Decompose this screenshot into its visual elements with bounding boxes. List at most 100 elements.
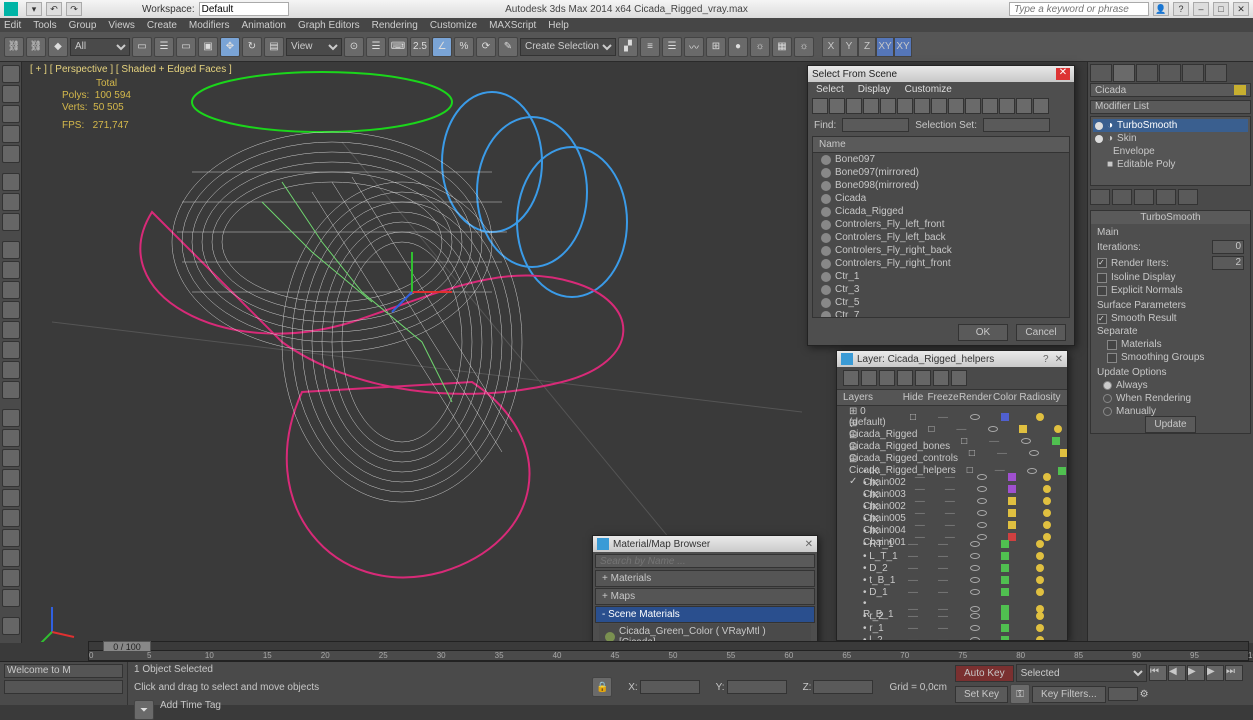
tab-utilities-icon[interactable] xyxy=(1205,64,1227,82)
spinner-snap-icon[interactable]: ⟳ xyxy=(476,37,496,57)
lb-icon[interactable] xyxy=(2,409,20,427)
remove-mod-icon[interactable] xyxy=(1156,189,1176,205)
lb-icon[interactable] xyxy=(2,173,20,191)
tab-motion-icon[interactable] xyxy=(1159,64,1181,82)
help-icon[interactable]: ? xyxy=(1043,354,1049,365)
signin-icon[interactable]: 👤 xyxy=(1153,2,1169,16)
angle-snap-icon[interactable]: ∠ xyxy=(432,37,452,57)
select-name-icon[interactable]: ☰ xyxy=(154,37,174,57)
menu-edit[interactable]: Edit xyxy=(4,20,21,31)
add-sel-icon[interactable] xyxy=(879,370,895,386)
column-header[interactable]: Name xyxy=(813,137,1069,153)
selection-filter[interactable]: All xyxy=(70,38,130,56)
pin-stack-icon[interactable] xyxy=(1090,189,1110,205)
keyboard-icon[interactable]: ⌨ xyxy=(388,37,408,57)
coord-y-input[interactable] xyxy=(727,680,787,694)
scene-list-item[interactable]: Controlers_Fly_right_front xyxy=(813,257,1069,270)
update-button[interactable]: Update xyxy=(1145,416,1195,433)
tab-create-icon[interactable] xyxy=(1090,64,1112,82)
manip-icon[interactable]: ☰ xyxy=(366,37,386,57)
filter-icon[interactable] xyxy=(812,98,828,114)
filter-icon[interactable] xyxy=(965,98,981,114)
close-button[interactable]: ✕ xyxy=(1233,2,1249,16)
iterations-spinner[interactable]: 0 xyxy=(1212,240,1244,254)
scene-list-item[interactable]: Controlers_Fly_left_back xyxy=(813,231,1069,244)
find-input[interactable] xyxy=(842,118,909,132)
menu-animation[interactable]: Animation xyxy=(241,20,285,31)
menu-create[interactable]: Create xyxy=(147,20,177,31)
color-swatch[interactable] xyxy=(1234,85,1246,95)
keyfilters-button[interactable]: Key Filters... xyxy=(1032,686,1106,703)
goto-end-icon[interactable]: ⏭ xyxy=(1225,665,1243,681)
lb-icon[interactable] xyxy=(2,549,20,567)
smooth-check[interactable] xyxy=(1097,314,1107,324)
maximize-button[interactable]: □ xyxy=(1213,2,1229,16)
minimize-button[interactable]: – xyxy=(1193,2,1209,16)
filter-icon[interactable] xyxy=(982,98,998,114)
unlink-icon[interactable]: ⛓ xyxy=(26,37,46,57)
lb-icon[interactable] xyxy=(2,617,20,635)
rfw-icon[interactable]: ▦ xyxy=(772,37,792,57)
timeconfig-icon[interactable]: ⚙ xyxy=(1140,689,1149,700)
lb-icon[interactable] xyxy=(2,241,20,259)
lb-icon[interactable] xyxy=(2,489,20,507)
dialog-titlebar[interactable]: Material/Map Browser ✕ xyxy=(593,536,817,552)
layer-row[interactable]: • D_2—— xyxy=(837,562,1067,574)
layer-row[interactable]: • L_T_1—— xyxy=(837,550,1067,562)
layer-row[interactable]: • r_2—— xyxy=(837,610,1067,622)
axis-z[interactable]: Z xyxy=(858,37,876,57)
menu-tools[interactable]: Tools xyxy=(33,20,56,31)
lb-icon[interactable] xyxy=(2,321,20,339)
maxscript-mini[interactable]: Welcome to M xyxy=(4,664,123,678)
close-icon[interactable]: ✕ xyxy=(1055,354,1063,365)
selection-set-input[interactable] xyxy=(983,118,1050,132)
select-icon[interactable]: ▭ xyxy=(132,37,152,57)
lb-icon[interactable] xyxy=(2,469,20,487)
filter-icon[interactable] xyxy=(880,98,896,114)
filter-icon[interactable] xyxy=(846,98,862,114)
dlg-menu-display[interactable]: Display xyxy=(858,84,891,95)
lb-icon[interactable] xyxy=(2,509,20,527)
menu-group[interactable]: Group xyxy=(69,20,97,31)
scene-list-item[interactable]: Ctr_3 xyxy=(813,283,1069,296)
scene-list-item[interactable]: Cicada_Rigged xyxy=(813,205,1069,218)
lb-icon[interactable] xyxy=(2,361,20,379)
workspace-select[interactable] xyxy=(199,2,289,16)
goto-start-icon[interactable]: ⏮ xyxy=(1149,665,1167,681)
modifier-list[interactable]: Modifier List xyxy=(1090,100,1251,114)
filter-icon[interactable] xyxy=(914,98,930,114)
dialog-titlebar[interactable]: Layer: Cicada_Rigged_helpers ? ✕ xyxy=(837,351,1067,367)
highlight-icon[interactable] xyxy=(915,370,931,386)
filter-icon[interactable] xyxy=(948,98,964,114)
menu-grapheditors[interactable]: Graph Editors xyxy=(298,20,360,31)
filter-icon[interactable] xyxy=(897,98,913,114)
lb-icon[interactable] xyxy=(2,125,20,143)
section-scene-materials[interactable]: - Scene Materials xyxy=(595,606,815,623)
add-time-tag[interactable]: Add Time Tag xyxy=(160,700,221,720)
axis-x[interactable]: X xyxy=(822,37,840,57)
lb-icon[interactable] xyxy=(2,145,20,163)
dlg-menu-select[interactable]: Select xyxy=(816,84,844,95)
lb-icon[interactable] xyxy=(2,85,20,103)
rect-select-icon[interactable]: ▭ xyxy=(176,37,196,57)
dlg-menu-customize[interactable]: Customize xyxy=(905,84,952,95)
explicit-check[interactable] xyxy=(1097,286,1107,296)
scene-list-item[interactable]: Ctr_5 xyxy=(813,296,1069,309)
refcoord-select[interactable]: View xyxy=(286,38,342,56)
mated-icon[interactable]: ● xyxy=(728,37,748,57)
snap-icon[interactable]: 2.5 xyxy=(410,37,430,57)
layer-row[interactable]: • l_2—— xyxy=(837,634,1067,640)
sel-obj-icon[interactable] xyxy=(897,370,913,386)
whenrender-radio[interactable] xyxy=(1103,394,1112,403)
menu-views[interactable]: Views xyxy=(108,20,135,31)
make-unique-icon[interactable] xyxy=(1134,189,1154,205)
next-frame-icon[interactable]: ▶ xyxy=(1206,665,1224,681)
always-radio[interactable] xyxy=(1103,381,1112,390)
render-icon[interactable]: ☼ xyxy=(794,37,814,57)
menu-modifiers[interactable]: Modifiers xyxy=(189,20,230,31)
ok-button[interactable]: OK xyxy=(958,324,1008,341)
menu-help[interactable]: Help xyxy=(548,20,569,31)
new-layer-icon[interactable] xyxy=(843,370,859,386)
window-cross-icon[interactable]: ▣ xyxy=(198,37,218,57)
render-iters-check[interactable] xyxy=(1097,258,1107,268)
